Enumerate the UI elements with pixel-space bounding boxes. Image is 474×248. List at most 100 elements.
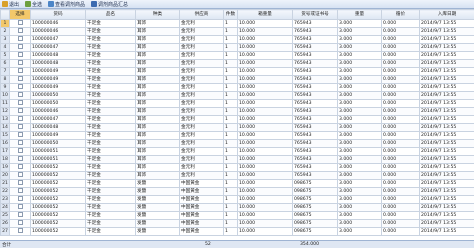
table-row[interactable]: 17 100000051 干足金 耳饰 金元利 1 10.000 765943 3.000 0.0… bbox=[0, 147, 474, 156]
table-row[interactable]: 9 100000049 干足金 耳饰 金元利 1 10.000 765943 3.000 0.00… bbox=[0, 83, 474, 92]
table-row[interactable]: 10 100000050 干足金 耳饰 金元利 1 10.000 765943 3.000 0.0… bbox=[0, 91, 474, 100]
cell-gross: 3.000 bbox=[337, 27, 382, 36]
row-checkbox[interactable] bbox=[17, 220, 23, 225]
row-checkbox[interactable] bbox=[17, 92, 23, 97]
cell-weight: 10.000 bbox=[237, 123, 293, 132]
row-checkbox[interactable] bbox=[17, 124, 23, 129]
row-checkbox[interactable] bbox=[17, 188, 23, 193]
toolbar: 退出 全选 查看调剂商品 调剂商品汇总 bbox=[0, 0, 474, 9]
row-number: 9 bbox=[0, 83, 10, 92]
cell-weight: 10.000 bbox=[237, 227, 293, 236]
summary-button[interactable]: 调剂商品汇总 bbox=[89, 0, 130, 8]
table-row[interactable]: 6 100000048 干足金 耳饰 金元利 1 10.000 765943 3.000 0.00… bbox=[0, 59, 474, 68]
column-header-weight[interactable]: 箱重量 bbox=[237, 9, 293, 20]
row-checkbox[interactable] bbox=[17, 116, 23, 121]
table-row[interactable]: 5 100000048 干足金 耳饰 金元利 1 10.000 765943 3.000 0.00… bbox=[0, 51, 474, 60]
cell-supplier: 金元利 bbox=[179, 131, 224, 140]
cell-qty: 1 bbox=[223, 147, 238, 156]
table-row[interactable]: 13 100000047 干足金 耳饰 金元利 1 10.000 765943 3.000 0.0… bbox=[0, 115, 474, 124]
column-header-gross[interactable]: 重量 bbox=[337, 9, 382, 20]
cell-cert: 098675 bbox=[292, 179, 338, 188]
row-checkbox[interactable] bbox=[17, 52, 23, 57]
column-header-supplier[interactable]: 供应商 bbox=[179, 9, 224, 20]
cell-name: 干足金 bbox=[85, 187, 136, 196]
row-checkbox[interactable] bbox=[17, 204, 23, 209]
row-number: 6 bbox=[0, 59, 10, 68]
row-checkbox[interactable] bbox=[17, 60, 23, 65]
table-row[interactable]: 19 100000052 干足金 耳饰 金元利 1 10.000 765943 3.000 0.0… bbox=[0, 163, 474, 172]
table-row[interactable]: 16 100000050 干足金 耳饰 金元利 1 10.000 765943 3.000 0.0… bbox=[0, 139, 474, 148]
row-checkbox[interactable] bbox=[17, 172, 23, 177]
cell-code: 100000051 bbox=[30, 155, 86, 164]
table-row[interactable]: 15 100000049 干足金 耳饰 金元利 1 10.000 765943 3.000 0.0… bbox=[0, 131, 474, 140]
row-checkbox[interactable] bbox=[17, 20, 23, 25]
cell-name: 干足金 bbox=[85, 35, 136, 44]
cell-gross: 3.000 bbox=[337, 51, 382, 60]
column-header-qty[interactable]: 件数 bbox=[223, 9, 238, 20]
cell-cert: 765943 bbox=[292, 123, 338, 132]
row-checkbox[interactable] bbox=[17, 108, 23, 113]
row-checkbox[interactable] bbox=[17, 180, 23, 185]
table-row[interactable]: 18 100000051 干足金 耳饰 金元利 1 10.000 765943 3.000 0.0… bbox=[0, 155, 474, 164]
table-row[interactable]: 25 100000052 干足金 发簪 中国黄金 1 10.000 098675 3.000 0.… bbox=[0, 211, 474, 220]
table-row[interactable]: 3 100000047 干足金 耳饰 金元利 1 10.000 765943 3.000 0.00… bbox=[0, 35, 474, 44]
cell-code: 100000047 bbox=[30, 115, 86, 124]
row-checkbox[interactable] bbox=[17, 212, 23, 217]
select-cell bbox=[9, 75, 31, 84]
cell-cert: 098675 bbox=[292, 195, 338, 204]
row-checkbox[interactable] bbox=[17, 148, 23, 153]
table-row[interactable]: 14 100000048 干足金 耳饰 金元利 1 10.000 765943 3.000 0.0… bbox=[0, 123, 474, 132]
column-header-code[interactable]: 货码 bbox=[30, 9, 86, 20]
table-row[interactable]: 26 100000052 干足金 发簪 中国黄金 1 10.000 098675 3.000 0.… bbox=[0, 219, 474, 228]
cell-name: 干足金 bbox=[85, 59, 136, 68]
row-checkbox[interactable] bbox=[17, 228, 23, 233]
table-row[interactable]: 22 100000052 干足金 发簪 中国黄金 1 10.000 098675 3.000 0.… bbox=[0, 187, 474, 196]
row-checkbox[interactable] bbox=[17, 28, 23, 33]
column-header-select[interactable]: 选择 bbox=[9, 9, 31, 20]
row-checkbox[interactable] bbox=[17, 68, 23, 73]
row-checkbox[interactable] bbox=[17, 76, 23, 81]
cell-code: 100000052 bbox=[30, 171, 86, 180]
select-all-button[interactable]: 全选 bbox=[23, 0, 44, 8]
table-row[interactable]: 8 100000049 干足金 耳饰 金元利 1 10.000 765943 3.000 0.00… bbox=[0, 75, 474, 84]
table-row[interactable]: 24 100000052 干足金 发簪 中国黄金 1 10.000 098675 3.000 0.… bbox=[0, 203, 474, 212]
cell-type: 耳饰 bbox=[135, 139, 180, 148]
cell-gross: 3.000 bbox=[337, 123, 382, 132]
row-checkbox[interactable] bbox=[17, 156, 23, 161]
cell-gross: 3.000 bbox=[337, 67, 382, 76]
table-row[interactable]: 23 100000052 干足金 发簪 中国黄金 1 10.000 098675 3.000 0.… bbox=[0, 195, 474, 204]
row-checkbox[interactable] bbox=[17, 140, 23, 145]
table-row[interactable]: 11 100000050 干足金 耳饰 金元利 1 10.000 765943 3.000 0.0… bbox=[0, 99, 474, 108]
row-checkbox[interactable] bbox=[17, 164, 23, 169]
column-header-cert[interactable]: 货号或证书号 bbox=[292, 9, 338, 20]
cell-cert: 765943 bbox=[292, 27, 338, 36]
row-checkbox[interactable] bbox=[17, 132, 23, 137]
cell-qty: 1 bbox=[223, 27, 238, 36]
row-checkbox[interactable] bbox=[17, 100, 23, 105]
row-checkbox[interactable] bbox=[17, 44, 23, 49]
row-checkbox[interactable] bbox=[17, 196, 23, 201]
cell-type: 耳饰 bbox=[135, 91, 180, 100]
table-row[interactable]: 4 100000047 干足金 耳饰 金元利 1 10.000 765943 3.000 0.00… bbox=[0, 43, 474, 52]
row-checkbox[interactable] bbox=[17, 84, 23, 89]
select-cell bbox=[9, 59, 31, 68]
cell-code: 100000049 bbox=[30, 67, 86, 76]
cell-weight: 10.000 bbox=[237, 35, 293, 44]
table-row[interactable]: 7 100000049 干足金 耳饰 金元利 1 10.000 765943 3.000 0.00… bbox=[0, 67, 474, 76]
column-header-type[interactable]: 种类 bbox=[135, 9, 180, 20]
table-row[interactable]: 27 100000052 干足金 发簪 中国黄金 1 10.000 098675 3.000 0.… bbox=[0, 227, 474, 236]
cell-code: 100000052 bbox=[30, 219, 86, 228]
table-row[interactable]: 2 100000046 干足金 耳饰 金元利 1 10.000 765943 3.000 0.00… bbox=[0, 27, 474, 36]
column-header-name[interactable]: 品名 bbox=[85, 9, 136, 20]
exit-button[interactable]: 退出 bbox=[0, 0, 21, 8]
row-checkbox[interactable] bbox=[17, 36, 23, 41]
table-row[interactable]: 1 100000046 干足金 耳饰 金元利 1 10.000 765943 3.000 0.00… bbox=[0, 19, 474, 28]
cell-price: 0.000 bbox=[381, 51, 420, 60]
view-items-button[interactable]: 查看调剂商品 bbox=[46, 0, 87, 8]
table-row[interactable]: 20 100000052 干足金 耳饰 金元利 1 10.000 765943 3.000 0.0… bbox=[0, 171, 474, 180]
column-header-price[interactable]: 循价 bbox=[381, 9, 420, 20]
column-header-date[interactable]: 入库日期 bbox=[419, 9, 474, 20]
cell-price: 0.000 bbox=[381, 35, 420, 44]
table-row[interactable]: 12 100000046 干足金 耳饰 金元利 1 10.000 765943 3.000 0.0… bbox=[0, 107, 474, 116]
table-row[interactable]: 21 100000052 干足金 发簪 中国黄金 1 10.000 098675 3.000 0.… bbox=[0, 179, 474, 188]
